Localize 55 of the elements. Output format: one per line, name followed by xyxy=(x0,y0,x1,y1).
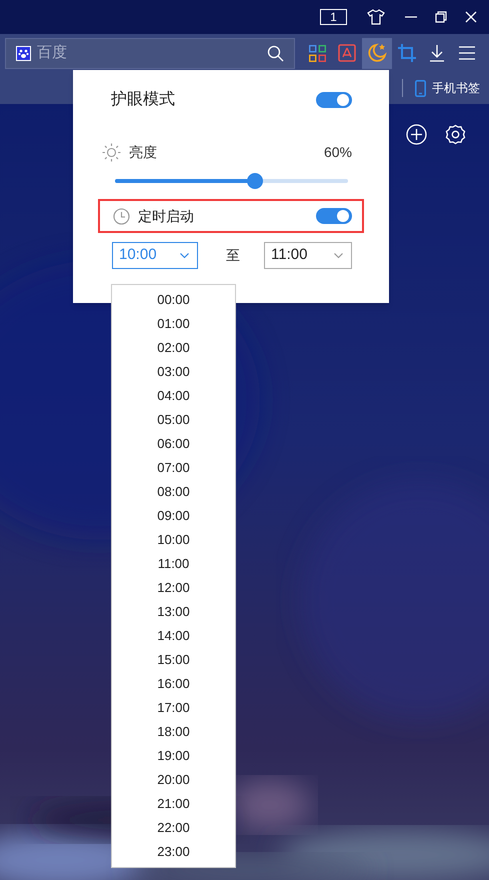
shirt-icon[interactable] xyxy=(367,9,385,25)
restore-icon[interactable] xyxy=(433,9,449,25)
end-time-dropdown[interactable]: 11:00 xyxy=(264,242,352,269)
time-option[interactable]: 07:00 xyxy=(112,456,235,480)
panel-title: 护眼模式 xyxy=(111,90,175,110)
time-option[interactable]: 09:00 xyxy=(112,504,235,528)
sun-icon xyxy=(102,143,121,162)
bookmark-link[interactable]: 手机书签 xyxy=(432,79,480,97)
schedule-label: 定时启动 xyxy=(138,206,194,226)
chevron-down-icon xyxy=(180,252,189,258)
time-option[interactable]: 13:00 xyxy=(112,600,235,624)
brightness-label: 亮度 xyxy=(129,143,157,162)
time-option[interactable]: 11:00 xyxy=(112,552,235,576)
toggle-switch[interactable] xyxy=(316,208,352,224)
crop-icon[interactable] xyxy=(398,44,416,62)
time-option[interactable]: 02:00 xyxy=(112,336,235,360)
time-option[interactable]: 19:00 xyxy=(112,744,235,768)
apps-icon[interactable] xyxy=(308,44,326,62)
start-time-dropdown[interactable]: 10:00 xyxy=(112,242,198,269)
time-option[interactable]: 05:00 xyxy=(112,408,235,432)
time-option[interactable]: 14:00 xyxy=(112,624,235,648)
tab-count[interactable]: 1 xyxy=(320,9,347,25)
brightness-reading: 60% xyxy=(324,143,352,162)
time-option[interactable]: 03:00 xyxy=(112,360,235,384)
time-option[interactable]: 15:00 xyxy=(112,648,235,672)
moon-star-icon[interactable] xyxy=(367,43,387,63)
settings-icon[interactable] xyxy=(445,124,466,145)
phone-icon xyxy=(415,80,426,96)
time-option[interactable]: 21:00 xyxy=(112,792,235,816)
plus-icon[interactable] xyxy=(406,124,427,145)
time-option[interactable]: 01:00 xyxy=(112,312,235,336)
time-option[interactable]: 16:00 xyxy=(112,672,235,696)
time-option[interactable]: 10:00 xyxy=(112,528,235,552)
paw-icon xyxy=(16,46,31,60)
time-option[interactable]: 06:00 xyxy=(112,432,235,456)
time-option[interactable]: 22:00 xyxy=(112,816,235,840)
time-option[interactable]: 17:00 xyxy=(112,696,235,720)
time-option[interactable]: 08:00 xyxy=(112,480,235,504)
download-icon[interactable] xyxy=(429,44,445,62)
search-icon[interactable] xyxy=(267,44,284,62)
time-option[interactable]: 04:00 xyxy=(112,384,235,408)
chevron-down-icon xyxy=(334,252,343,258)
time-option[interactable]: 12:00 xyxy=(112,576,235,600)
time-option[interactable]: 00:00 xyxy=(112,288,235,312)
menu-icon[interactable] xyxy=(459,46,475,60)
search-box[interactable]: 百度 xyxy=(5,38,295,68)
time-option[interactable]: 18:00 xyxy=(112,720,235,744)
clock-icon xyxy=(113,208,130,224)
time-option[interactable]: 23:00 xyxy=(112,840,235,864)
range-separator: 至 xyxy=(226,246,240,265)
toggle-switch[interactable] xyxy=(316,92,352,108)
pdf-icon[interactable] xyxy=(338,44,356,62)
time-option[interactable]: 20:00 xyxy=(112,768,235,792)
brightness-slider[interactable] xyxy=(115,173,348,189)
close-icon[interactable] xyxy=(463,9,479,25)
